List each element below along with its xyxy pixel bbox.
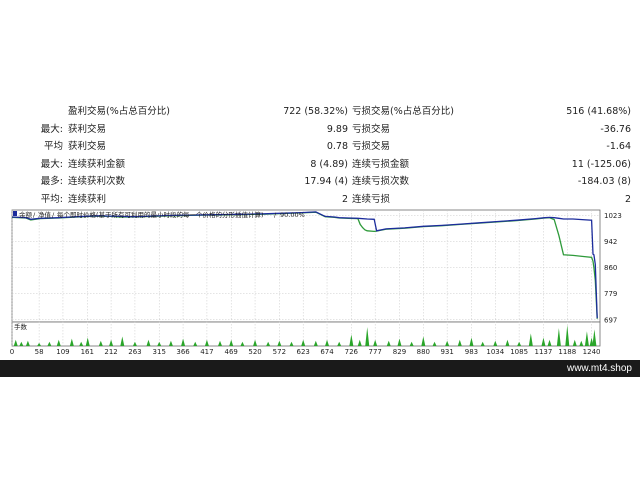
main-plot-frame [11, 209, 601, 323]
x-tick-label: 109 [56, 348, 69, 356]
y-tick-label: 697 [604, 316, 617, 324]
x-tick-label: 829 [393, 348, 406, 356]
stats-value-right: -36.76 [600, 123, 631, 135]
x-tick-label: 726 [345, 348, 359, 356]
stats-label-left: 连续获利次数 [68, 176, 126, 187]
stats-value-left: 8 (4.89) [310, 158, 348, 170]
stats-row: 最多: 连续获利次数 17.94 (4) 连续亏损次数 -184.03 (8) [0, 173, 640, 191]
x-tick-label: 1137 [535, 348, 553, 356]
stats-label-left: 连续获利 [68, 193, 107, 205]
x-tick-label: 931 [440, 348, 453, 356]
x-tick-label: 1240 [583, 348, 601, 356]
stats-label-right: 亏损交易 [352, 123, 391, 135]
x-tick-label: 161 [81, 348, 94, 356]
x-tick-label: 315 [153, 348, 166, 356]
stats-row: 最大: 连续获利金额 8 (4.89) 连续亏损金额 11 (-125.06) [0, 156, 640, 174]
stats-prefix: 平均: [40, 193, 63, 205]
watermark-bar: www.mt4.shop [0, 360, 640, 377]
stats-prefix: 最多: [40, 176, 63, 187]
balance-chart: 0 58 109 161 212 263 315 366 417 469 520 572 623 674 7… [10, 209, 622, 356]
y-tick-label: 860 [604, 264, 617, 272]
legend-equity-label: 净值 [38, 210, 52, 219]
x-tick-label: 572 [273, 348, 286, 356]
legend-balance-label: 余额 [19, 210, 33, 219]
chart-legend: 余额 / 净值 / 每个即时价格(基于所有可利用的最小时段的每一个价格的分形插值… [13, 210, 305, 219]
stats-label-left: 连续获利金额 [68, 158, 126, 170]
stats-value-right: -1.64 [606, 141, 631, 152]
stats-prefix: 最大: [40, 158, 63, 170]
x-tick-label: 623 [297, 348, 310, 356]
x-tick-label: 777 [368, 348, 381, 356]
stats-row: 盈利交易(%占总百分比) 722 (58.32%) 亏损交易(%占总百分比) 516 … [0, 103, 640, 121]
x-tick-label: 1034 [486, 348, 504, 356]
stats-value-right: 2 [624, 193, 631, 205]
stats-label-right: 连续亏损金额 [352, 158, 410, 170]
legend-modeling-text: 每个即时价格(基于所有可利用的最小时段的每一个价格的分形插值计算) [57, 210, 264, 219]
x-tick-label: 520 [248, 348, 261, 356]
stats-label-right: 亏损交易(%占总百分比) [352, 106, 454, 117]
watermark-text: www.mt4.shop [566, 363, 632, 374]
x-tick-label: 263 [128, 348, 141, 356]
stats-row: 平均 获利交易 0.78 亏损交易 -1.64 [0, 138, 640, 156]
stats-label-left: 盈利交易(%占总百分比) [68, 106, 170, 117]
stats-value-left: 2 [341, 193, 348, 205]
x-tick-label: 1085 [510, 348, 528, 356]
x-tick-label: 469 [225, 348, 238, 356]
x-tick-label: 983 [465, 348, 478, 356]
x-tick-label: 0 [10, 348, 14, 356]
x-tick-label: 212 [104, 348, 117, 356]
stats-value-left: 17.94 (4) [304, 176, 348, 187]
y-tick-label: 942 [604, 238, 617, 246]
stats-label-left: 获利交易 [68, 123, 107, 135]
stats-value-right: 516 (41.68%) [566, 106, 631, 117]
stats-prefix: 平均 [43, 141, 63, 152]
x-tick-label: 366 [176, 348, 190, 356]
x-tick-label: 674 [320, 348, 334, 356]
stats-row: 平均: 连续获利 2 连续亏损 2 [0, 191, 640, 209]
stats-label-right: 亏损交易 [352, 141, 391, 152]
stats-value-right: 11 (-125.06) [571, 158, 631, 170]
stats-label-left: 获利交易 [68, 141, 107, 152]
legend-quality-value: 90.00% [280, 211, 305, 219]
stats-value-left: 9.89 [326, 123, 348, 135]
stats-label-right: 连续亏损 [352, 193, 391, 205]
y-tick-label: 1023 [604, 212, 622, 220]
stats-prefix: 最大: [40, 123, 63, 135]
x-tick-label: 1188 [558, 348, 576, 356]
stats-value-left: 722 (58.32%) [283, 106, 348, 117]
balance-chart-panel: 0 58 109 161 212 263 315 366 417 469 520 572 623 674 7… [0, 208, 640, 360]
trade-stats-table: 盈利交易(%占总百分比) 722 (58.32%) 亏损交易(%占总百分比) 516 … [0, 103, 640, 208]
x-tick-label: 880 [417, 348, 430, 356]
stats-value-right: -184.03 (8) [577, 176, 631, 187]
stats-value-left: 0.78 [326, 141, 348, 152]
x-tick-label: 58 [35, 348, 44, 356]
stats-label-right: 连续亏损次数 [352, 176, 410, 187]
balance-legend-swatch [13, 211, 17, 216]
volume-panel-label: 手数 [14, 322, 28, 331]
y-tick-label: 779 [604, 290, 617, 298]
stats-row: 最大: 获利交易 9.89 亏损交易 -36.76 [0, 121, 640, 139]
x-tick-label: 417 [200, 348, 213, 356]
